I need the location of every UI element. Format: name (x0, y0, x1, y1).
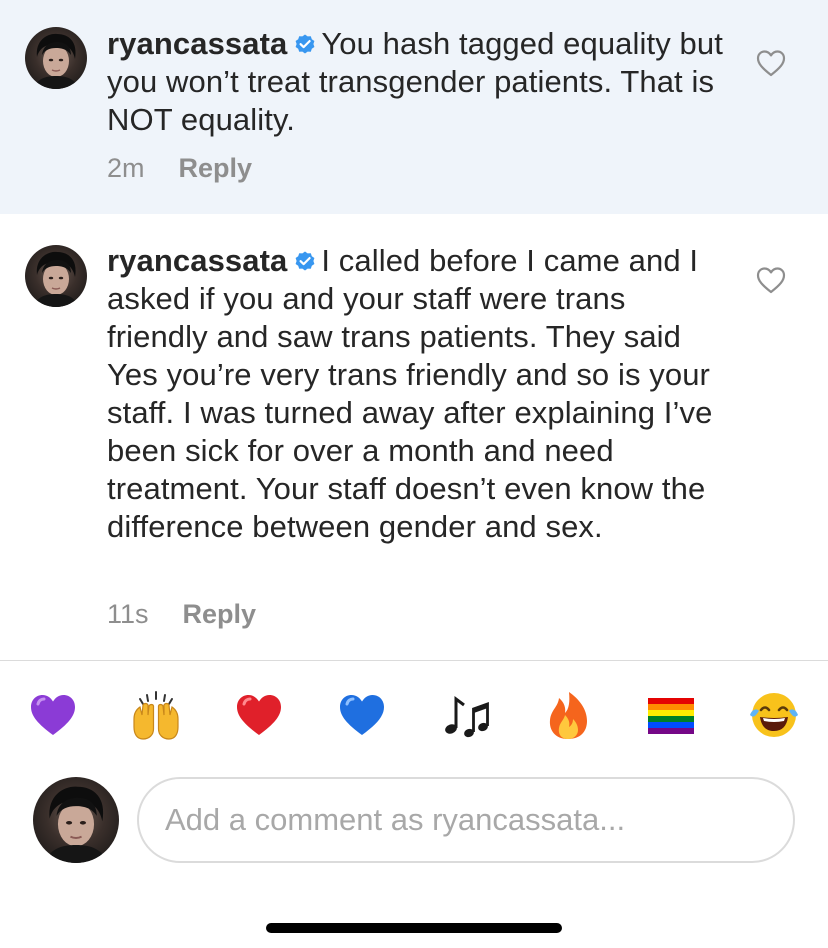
comment-text: I called before I came and I asked if yo… (107, 243, 713, 544)
verified-badge-icon (293, 32, 317, 56)
red-heart-icon[interactable] (233, 689, 285, 741)
comment-meta: 11s Reply (107, 599, 256, 630)
reply-button[interactable]: Reply (179, 153, 253, 184)
like-heart-icon[interactable] (756, 266, 786, 294)
emoji-quick-bar (0, 689, 828, 745)
avatar-portrait-icon (33, 33, 79, 89)
comment-body: ryancassata You hash tagged equality but … (107, 25, 727, 139)
add-comment-input[interactable] (137, 777, 795, 863)
comment-timestamp: 11s (107, 599, 149, 629)
home-indicator[interactable] (266, 923, 562, 933)
purple-heart-icon[interactable] (27, 689, 79, 741)
raising-hands-icon[interactable] (130, 689, 182, 741)
like-heart-icon[interactable] (756, 49, 786, 77)
musical-notes-icon[interactable] (439, 689, 491, 741)
reply-button[interactable]: Reply (183, 599, 257, 630)
comment-body: ryancassata I called before I came and I … (107, 242, 727, 546)
composer-avatar[interactable] (33, 777, 119, 863)
avatar-portrait-icon (44, 786, 108, 863)
verified-badge-icon (293, 249, 317, 273)
comment-timestamp: 2m (107, 153, 145, 183)
avatar-portrait-icon (33, 251, 79, 307)
tears-of-joy-icon[interactable] (748, 689, 800, 741)
comment-username[interactable]: ryancassata (107, 243, 287, 278)
avatar[interactable] (25, 27, 87, 89)
fire-icon[interactable] (542, 689, 594, 741)
divider (0, 660, 828, 661)
comments-screen: ryancassata You hash tagged equality but … (0, 0, 828, 948)
avatar[interactable] (25, 245, 87, 307)
comment-username[interactable]: ryancassata (107, 26, 287, 61)
blue-heart-icon[interactable] (336, 689, 388, 741)
rainbow-flag-icon[interactable] (645, 689, 697, 741)
comment-item: ryancassata I called before I came and I … (0, 214, 828, 660)
comment-item: ryancassata You hash tagged equality but … (0, 0, 828, 214)
comment-meta: 2m Reply (107, 153, 252, 184)
